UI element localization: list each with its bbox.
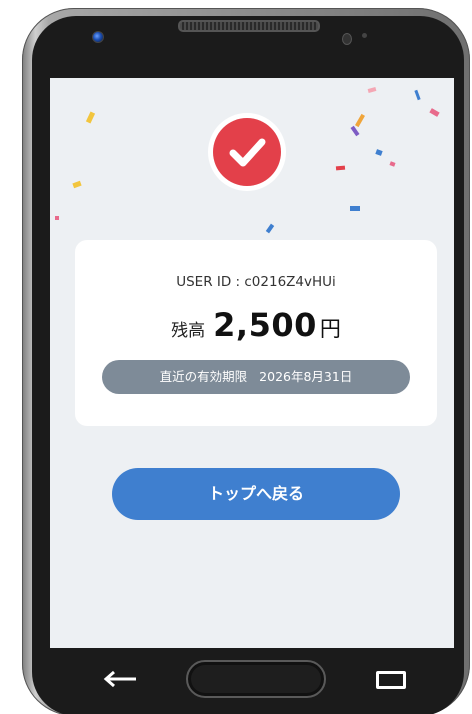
- confetti-piece: [265, 223, 275, 234]
- confetti-piece: [429, 108, 440, 117]
- checkmark-icon: [229, 138, 266, 167]
- earpiece-speaker: [178, 20, 320, 32]
- confetti-piece: [72, 180, 82, 189]
- user-id-text: USER ID : c0216Z4vHUi: [176, 274, 336, 290]
- confetti-piece: [389, 161, 396, 167]
- confetti-piece: [414, 89, 421, 101]
- confetti-piece: [335, 165, 346, 171]
- front-camera: [92, 31, 104, 43]
- recent-apps-icon[interactable]: [376, 671, 406, 689]
- confetti-piece: [367, 87, 377, 93]
- expiry-label: 直近の有効期限: [159, 369, 248, 384]
- confetti-piece: [350, 206, 360, 211]
- confetti-piece: [355, 113, 365, 128]
- confetti-piece: [85, 111, 96, 124]
- expiry-badge: 直近の有効期限 2026年8月31日: [102, 360, 410, 394]
- balance-row: 残高 2,500 円: [75, 306, 437, 344]
- back-to-top-button[interactable]: トップへ戻る: [112, 468, 400, 520]
- arrow-left-icon[interactable]: [102, 670, 138, 688]
- app-screen: USER ID : c0216Z4vHUi 残高 2,500 円 直近の有効期限 20…: [50, 78, 454, 648]
- balance-card: USER ID : c0216Z4vHUi 残高 2,500 円 直近の有効期限 20…: [75, 240, 437, 426]
- confetti-piece: [55, 216, 59, 220]
- balance-amount: 2,500: [213, 306, 317, 344]
- expiry-date: 2026年8月31日: [259, 369, 353, 384]
- balance-currency-unit: 円: [319, 317, 341, 341]
- confetti-piece: [375, 149, 383, 156]
- check-circle-icon: [213, 118, 281, 186]
- phone-mockup: USER ID : c0216Z4vHUi 残高 2,500 円 直近の有効期限 20…: [0, 0, 472, 714]
- proximity-sensor: [342, 33, 352, 45]
- balance-label: 残高: [171, 321, 206, 341]
- home-button[interactable]: [186, 660, 326, 698]
- light-sensor: [362, 33, 367, 38]
